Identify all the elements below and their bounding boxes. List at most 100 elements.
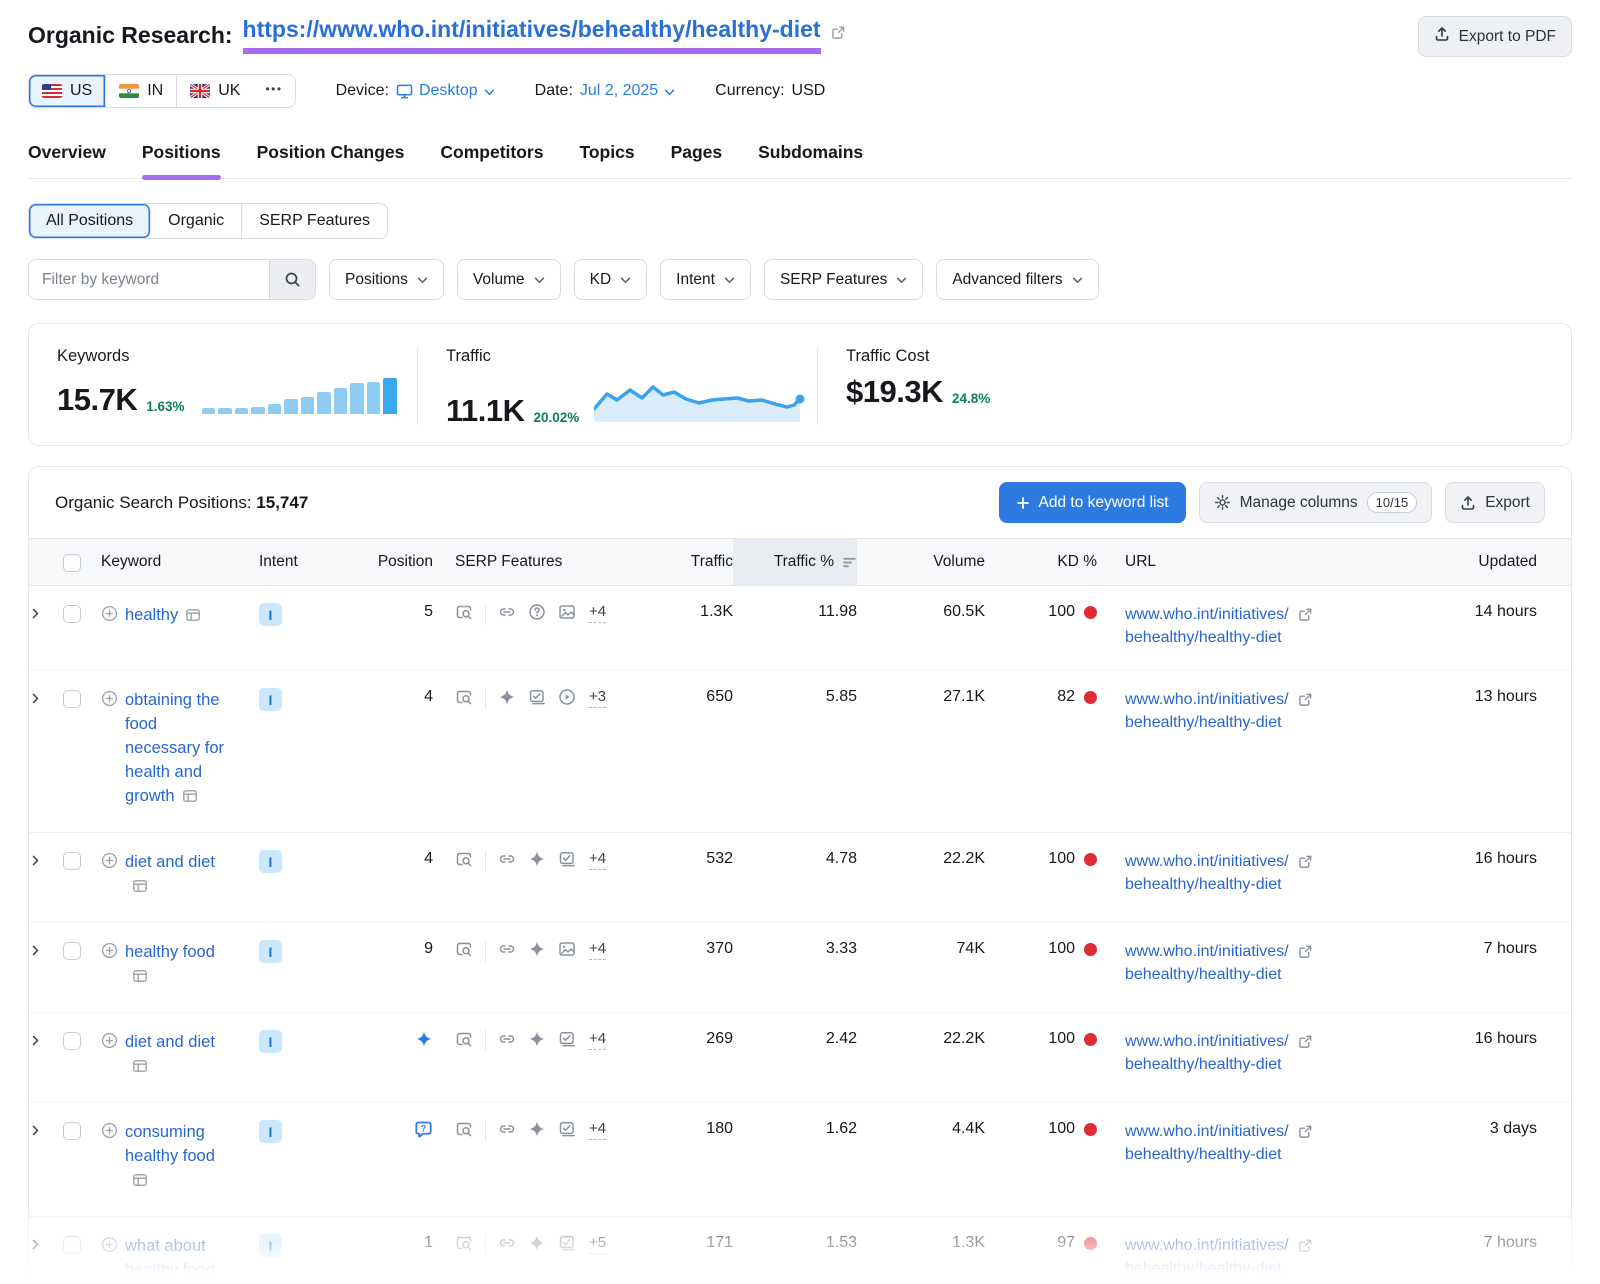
- keywords-trend-bars[interactable]: [202, 378, 397, 414]
- view-serp-icon[interactable]: [455, 603, 473, 621]
- url-link-line2[interactable]: behealthy/healthy-diet: [1125, 1056, 1282, 1073]
- url-link-line2[interactable]: behealthy/healthy-diet: [1125, 714, 1282, 731]
- add-keyword-icon[interactable]: [101, 690, 118, 811]
- add-keyword-icon[interactable]: [101, 852, 118, 901]
- row-checkbox[interactable]: [63, 605, 81, 623]
- link-icon[interactable]: [498, 1234, 516, 1252]
- add-keyword-icon[interactable]: [101, 1236, 118, 1284]
- keyword-link[interactable]: diet and diet: [125, 853, 215, 871]
- tab-topics[interactable]: Topics: [579, 134, 634, 178]
- intent-badge[interactable]: I: [259, 688, 282, 711]
- serp-snapshot-icon[interactable]: [185, 606, 201, 630]
- country-tab-uk[interactable]: UK: [177, 75, 253, 107]
- serp-snapshot-icon[interactable]: [132, 1171, 148, 1195]
- serp-features-more-link[interactable]: +4: [589, 603, 606, 623]
- col-updated[interactable]: Updated: [1425, 539, 1571, 585]
- add-to-keyword-list-button[interactable]: Add to keyword list: [999, 482, 1186, 523]
- view-serp-icon[interactable]: [455, 1030, 473, 1048]
- url-link[interactable]: www.who.int/initiatives/: [1125, 1030, 1289, 1053]
- serp-features-more-link[interactable]: +4: [589, 1120, 606, 1140]
- select-all-checkbox[interactable]: [63, 554, 81, 572]
- add-keyword-icon[interactable]: [101, 942, 118, 991]
- link-icon[interactable]: [498, 1120, 516, 1138]
- tab-subdomains[interactable]: Subdomains: [758, 134, 863, 178]
- col-url[interactable]: URL: [1097, 539, 1425, 585]
- intent-badge[interactable]: I: [259, 1120, 282, 1143]
- more-countries-button[interactable]: •••: [253, 75, 294, 107]
- url-link[interactable]: www.who.int/initiatives/: [1125, 1120, 1289, 1143]
- url-link[interactable]: www.who.int/initiatives/: [1125, 940, 1289, 963]
- url-link-line2[interactable]: behealthy/healthy-diet: [1125, 629, 1282, 646]
- keyword-link[interactable]: consuming healthy food: [125, 1123, 215, 1165]
- serp-snapshot-icon[interactable]: [132, 967, 148, 991]
- play-circle-icon[interactable]: [558, 688, 576, 706]
- filter-kd[interactable]: KD: [574, 259, 648, 300]
- keyword-link[interactable]: diet and diet: [125, 1033, 215, 1051]
- view-serp-icon[interactable]: [455, 940, 473, 958]
- url-link-line2[interactable]: behealthy/healthy-diet: [1125, 966, 1282, 983]
- col-position[interactable]: Position: [333, 539, 433, 585]
- keyword-link[interactable]: obtaining the food necessary for health …: [125, 691, 224, 805]
- intent-badge[interactable]: I: [259, 1234, 282, 1257]
- expand-row-chevron-icon[interactable]: [29, 1234, 42, 1251]
- intent-badge[interactable]: I: [259, 850, 282, 873]
- view-organic[interactable]: Organic: [151, 204, 242, 238]
- diamond-icon[interactable]: [528, 1234, 546, 1252]
- serp-snapshot-icon[interactable]: [132, 1057, 148, 1081]
- serp-snapshot-icon[interactable]: [132, 877, 148, 901]
- expand-row-chevron-icon[interactable]: [29, 850, 42, 867]
- tab-pages[interactable]: Pages: [671, 134, 723, 178]
- serp-features-more-link[interactable]: +4: [589, 1030, 606, 1050]
- external-link-icon[interactable]: [1298, 1124, 1313, 1139]
- traffic-sparkline[interactable]: [594, 378, 810, 429]
- intent-badge[interactable]: I: [259, 940, 282, 963]
- external-link-icon[interactable]: [1298, 1238, 1313, 1253]
- image-alt-icon[interactable]: [558, 1234, 576, 1252]
- image-icon[interactable]: [558, 940, 576, 958]
- col-kd[interactable]: KD %: [985, 539, 1097, 585]
- question-circle-icon[interactable]: [528, 603, 546, 621]
- row-checkbox[interactable]: [63, 1032, 81, 1050]
- add-keyword-icon[interactable]: [101, 1032, 118, 1081]
- url-link-line2[interactable]: behealthy/healthy-diet: [1125, 1146, 1282, 1163]
- link-icon[interactable]: [498, 603, 516, 621]
- image-alt-icon[interactable]: [558, 850, 576, 868]
- url-link-line2[interactable]: behealthy/healthy-diet: [1125, 1260, 1282, 1277]
- view-serp-icon[interactable]: [455, 850, 473, 868]
- keyword-filter-input[interactable]: [29, 260, 269, 299]
- date-selector[interactable]: Jul 2, 2025: [580, 82, 675, 100]
- diamond-icon[interactable]: [415, 1030, 433, 1048]
- col-traffic-pct[interactable]: Traffic %: [733, 539, 857, 585]
- external-link-icon[interactable]: [1298, 1034, 1313, 1049]
- row-checkbox[interactable]: [63, 852, 81, 870]
- url-link[interactable]: www.who.int/initiatives/: [1125, 1234, 1289, 1257]
- keyword-link[interactable]: healthy: [125, 606, 178, 624]
- url-link-line2[interactable]: behealthy/healthy-diet: [1125, 876, 1282, 893]
- manage-columns-button[interactable]: Manage columns 10/15: [1199, 482, 1433, 523]
- expand-row-chevron-icon[interactable]: [29, 688, 42, 705]
- diamond-icon[interactable]: [528, 1030, 546, 1048]
- filter-intent[interactable]: Intent: [660, 259, 751, 300]
- serp-features-more-link[interactable]: +4: [589, 850, 606, 870]
- add-keyword-icon[interactable]: [101, 605, 118, 649]
- filter-positions[interactable]: Positions: [329, 259, 444, 300]
- row-checkbox[interactable]: [63, 942, 81, 960]
- country-tab-us[interactable]: US: [29, 75, 106, 107]
- tab-overview[interactable]: Overview: [28, 134, 106, 178]
- keyword-link[interactable]: healthy food: [125, 943, 215, 961]
- image-icon[interactable]: [558, 603, 576, 621]
- external-link-icon[interactable]: [831, 19, 846, 46]
- row-checkbox[interactable]: [63, 1122, 81, 1140]
- view-all-positions[interactable]: All Positions: [29, 204, 151, 238]
- image-alt-icon[interactable]: [558, 1120, 576, 1138]
- diamond-icon[interactable]: [528, 850, 546, 868]
- link-icon[interactable]: [498, 850, 516, 868]
- keyword-link[interactable]: what about healthy food: [125, 1237, 215, 1279]
- analyzed-url-link[interactable]: https://www.who.int/initiatives/behealth…: [243, 16, 821, 54]
- intent-badge[interactable]: I: [259, 603, 282, 626]
- view-serp-features[interactable]: SERP Features: [242, 204, 387, 238]
- expand-row-chevron-icon[interactable]: [29, 940, 42, 957]
- row-checkbox[interactable]: [63, 1236, 81, 1254]
- filter-serp-features[interactable]: SERP Features: [764, 259, 923, 300]
- view-serp-icon[interactable]: [455, 1120, 473, 1138]
